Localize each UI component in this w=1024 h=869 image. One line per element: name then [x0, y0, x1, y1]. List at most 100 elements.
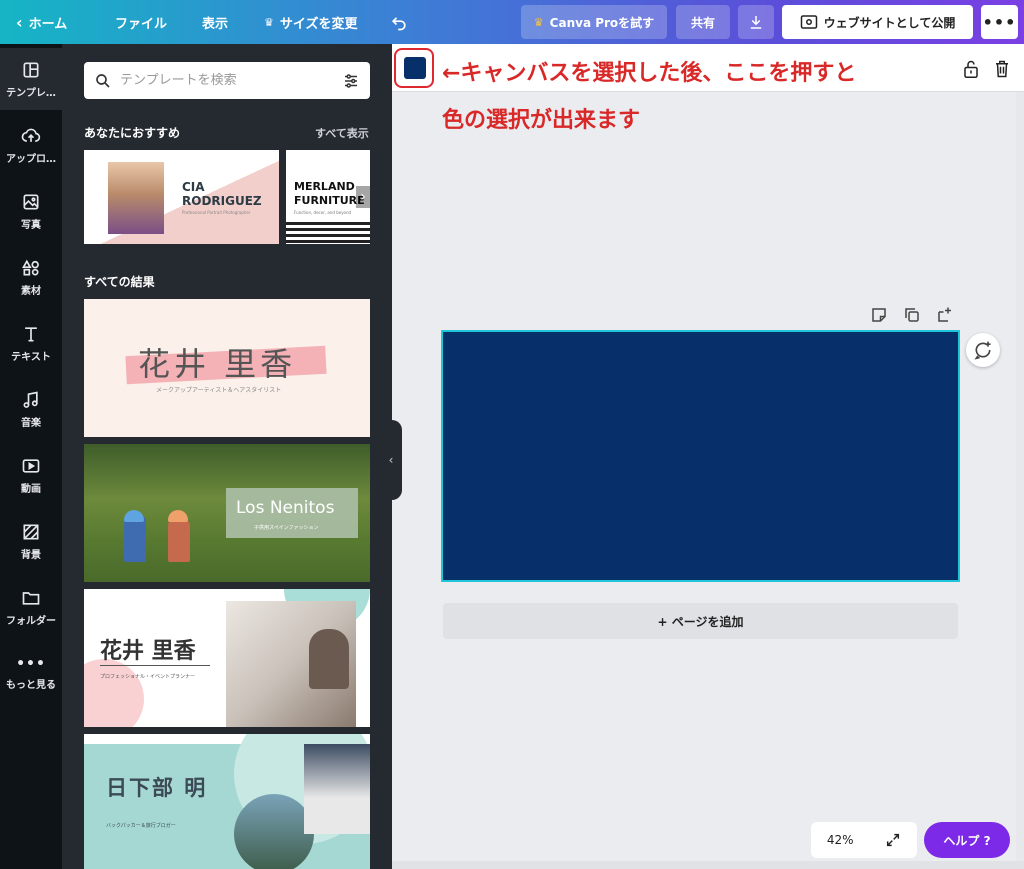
template-name: 日下部 明: [106, 776, 208, 800]
template-name: Los Nenitos: [236, 498, 335, 518]
rail-item-audio[interactable]: 音楽: [0, 378, 62, 440]
annotation-text-line2: 色の選択が出来ます: [442, 108, 641, 133]
rail-item-label: 写真: [21, 219, 41, 231]
template-subtitle: メークアップアーティスト＆ヘアスタイリスト: [156, 387, 282, 394]
add-page-icon[interactable]: [936, 306, 954, 324]
rail-item-label: 背景: [21, 549, 41, 561]
ellipsis-icon: •••: [982, 12, 1017, 32]
rail-item-videos[interactable]: 動画: [0, 444, 62, 506]
home-label: ホーム: [28, 16, 68, 32]
download-icon: [750, 16, 762, 29]
rail-item-folders[interactable]: フォルダー: [0, 576, 62, 638]
download-button[interactable]: [738, 5, 774, 39]
shapes-icon: [22, 259, 39, 275]
template-subtitle: プロフェッショナル・イベントプランナー: [100, 674, 196, 680]
annotation-highlight-ring: [394, 48, 434, 88]
template-search-input[interactable]: [120, 73, 334, 88]
see-all-link[interactable]: すべて表示: [315, 125, 369, 141]
recommended-template-1[interactable]: CIA RODRIGUEZ Professional Portrait Phot…: [84, 150, 279, 244]
video-icon: [22, 458, 40, 473]
templates-panel: あなたにおすすめ すべて表示 CIA RODRIGUEZ Professiona…: [62, 44, 392, 869]
zoom-level[interactable]: 42%: [827, 833, 854, 847]
trash-icon[interactable]: [993, 59, 1011, 79]
top-bar: ‹ ホーム ファイル 表示 ♛ サイズを変更 ♛ Canva Proを試す 共有…: [0, 0, 1024, 44]
chevron-left-icon: ‹: [16, 12, 23, 32]
rail-item-label: 動画: [21, 483, 41, 495]
resize-button[interactable]: ♛ サイズを変更: [264, 0, 358, 44]
templates-icon: [23, 62, 39, 77]
view-menu-label: 表示: [202, 16, 229, 32]
crown-icon: ♛: [533, 15, 544, 29]
resize-label: サイズを変更: [279, 16, 358, 32]
vertical-scrollbar[interactable]: [1016, 92, 1024, 861]
template-name: 花井 里香: [100, 638, 196, 664]
publish-website-button[interactable]: ウェブサイトとして公開: [782, 5, 973, 39]
rail-item-label: テキスト: [11, 351, 51, 363]
result-template-4[interactable]: 日下部 明 バックパッカー＆旅行ブロガー: [84, 734, 370, 869]
file-menu-label: ファイル: [115, 16, 168, 32]
rail-item-label: アップロ…: [6, 153, 56, 165]
zoom-control[interactable]: 42%: [811, 822, 917, 858]
try-pro-label: Canva Proを試す: [549, 15, 655, 30]
folder-icon: [22, 591, 40, 605]
template-subtitle: Professional Portrait Photographer: [182, 210, 251, 215]
cloud-upload-icon: [21, 128, 41, 142]
comment-plus-icon: [974, 341, 991, 360]
rail-item-uploads[interactable]: アップロ…: [0, 114, 62, 176]
recommended-title: あなたにおすすめ: [84, 126, 181, 140]
help-button[interactable]: ヘルプ ?: [924, 822, 1010, 858]
result-template-1[interactable]: 花井 里香 メークアップアーティスト＆ヘアスタイリスト: [84, 299, 370, 437]
publish-label: ウェブサイトとして公開: [823, 15, 956, 30]
duplicate-page-icon[interactable]: [903, 306, 921, 324]
design-canvas-page[interactable]: [441, 330, 960, 582]
home-link[interactable]: ‹ ホーム: [16, 0, 67, 44]
crown-icon: ♛: [264, 15, 274, 29]
template-name: MERLAND FURNITURE: [294, 180, 365, 207]
rail-item-label: 素材: [21, 285, 41, 297]
undo-button[interactable]: [389, 0, 409, 44]
filter-icon[interactable]: [342, 72, 360, 90]
horizontal-scrollbar[interactable]: [392, 861, 1024, 869]
collapse-panel-button[interactable]: ‹: [380, 420, 402, 500]
rail-item-text[interactable]: テキスト: [0, 312, 62, 374]
file-menu[interactable]: ファイル: [115, 0, 167, 44]
rail-item-more[interactable]: ••• もっと見る: [0, 642, 62, 704]
ellipsis-icon: •••: [16, 655, 46, 672]
rail-item-label: もっと見る: [6, 679, 56, 691]
view-menu[interactable]: 表示: [202, 0, 228, 44]
template-subtitle: 子供用スペインファッション: [254, 525, 319, 531]
template-photo: [108, 162, 164, 234]
rail-item-background[interactable]: 背景: [0, 510, 62, 572]
add-page-button[interactable]: + ページを追加: [443, 603, 958, 639]
expand-icon[interactable]: [885, 832, 901, 848]
lock-icon[interactable]: [962, 59, 980, 79]
try-pro-button[interactable]: ♛ Canva Proを試す: [521, 5, 667, 39]
undo-icon: [391, 17, 406, 31]
rail-item-photos[interactable]: 写真: [0, 180, 62, 242]
help-label: ヘルプ ?: [943, 833, 991, 848]
all-results-title: すべての結果: [84, 275, 155, 289]
result-template-3[interactable]: 花井 里香 プロフェッショナル・イベントプランナー: [84, 589, 370, 727]
recommended-template-2[interactable]: MERLAND FURNITURE Function, decor, and b…: [286, 150, 370, 244]
annotation-text-line1: ←キャンバスを選択した後、ここを押すと: [442, 61, 857, 86]
photo-icon: [23, 194, 39, 209]
chevron-left-icon: ‹: [388, 453, 394, 467]
template-name: CIA RODRIGUEZ: [182, 180, 262, 208]
chevron-right-icon[interactable]: ›: [356, 186, 370, 208]
result-template-2[interactable]: Los Nenitos 子供用スペインファッション: [84, 444, 370, 582]
rail-item-templates[interactable]: テンプレ…: [0, 48, 62, 110]
page-notes-icon[interactable]: [870, 306, 888, 324]
share-button[interactable]: 共有: [676, 5, 730, 39]
template-subtitle: Function, decor, and beyond: [294, 210, 352, 215]
add-page-label: + ページを追加: [657, 614, 744, 629]
add-comment-button[interactable]: [966, 333, 1000, 367]
template-search[interactable]: [84, 62, 370, 99]
background-pattern-icon: [23, 524, 39, 539]
more-options-button[interactable]: •••: [981, 5, 1018, 39]
left-rail: テンプレ… アップロ… 写真 素材 テキスト 音楽 動画 背景 フォルダー ••…: [0, 44, 62, 869]
rail-item-label: テンプレ…: [6, 87, 56, 99]
rail-item-elements[interactable]: 素材: [0, 246, 62, 308]
template-subtitle: バックパッカー＆旅行ブロガー: [106, 823, 176, 829]
music-note-icon: [23, 390, 38, 408]
text-icon: [25, 326, 37, 341]
